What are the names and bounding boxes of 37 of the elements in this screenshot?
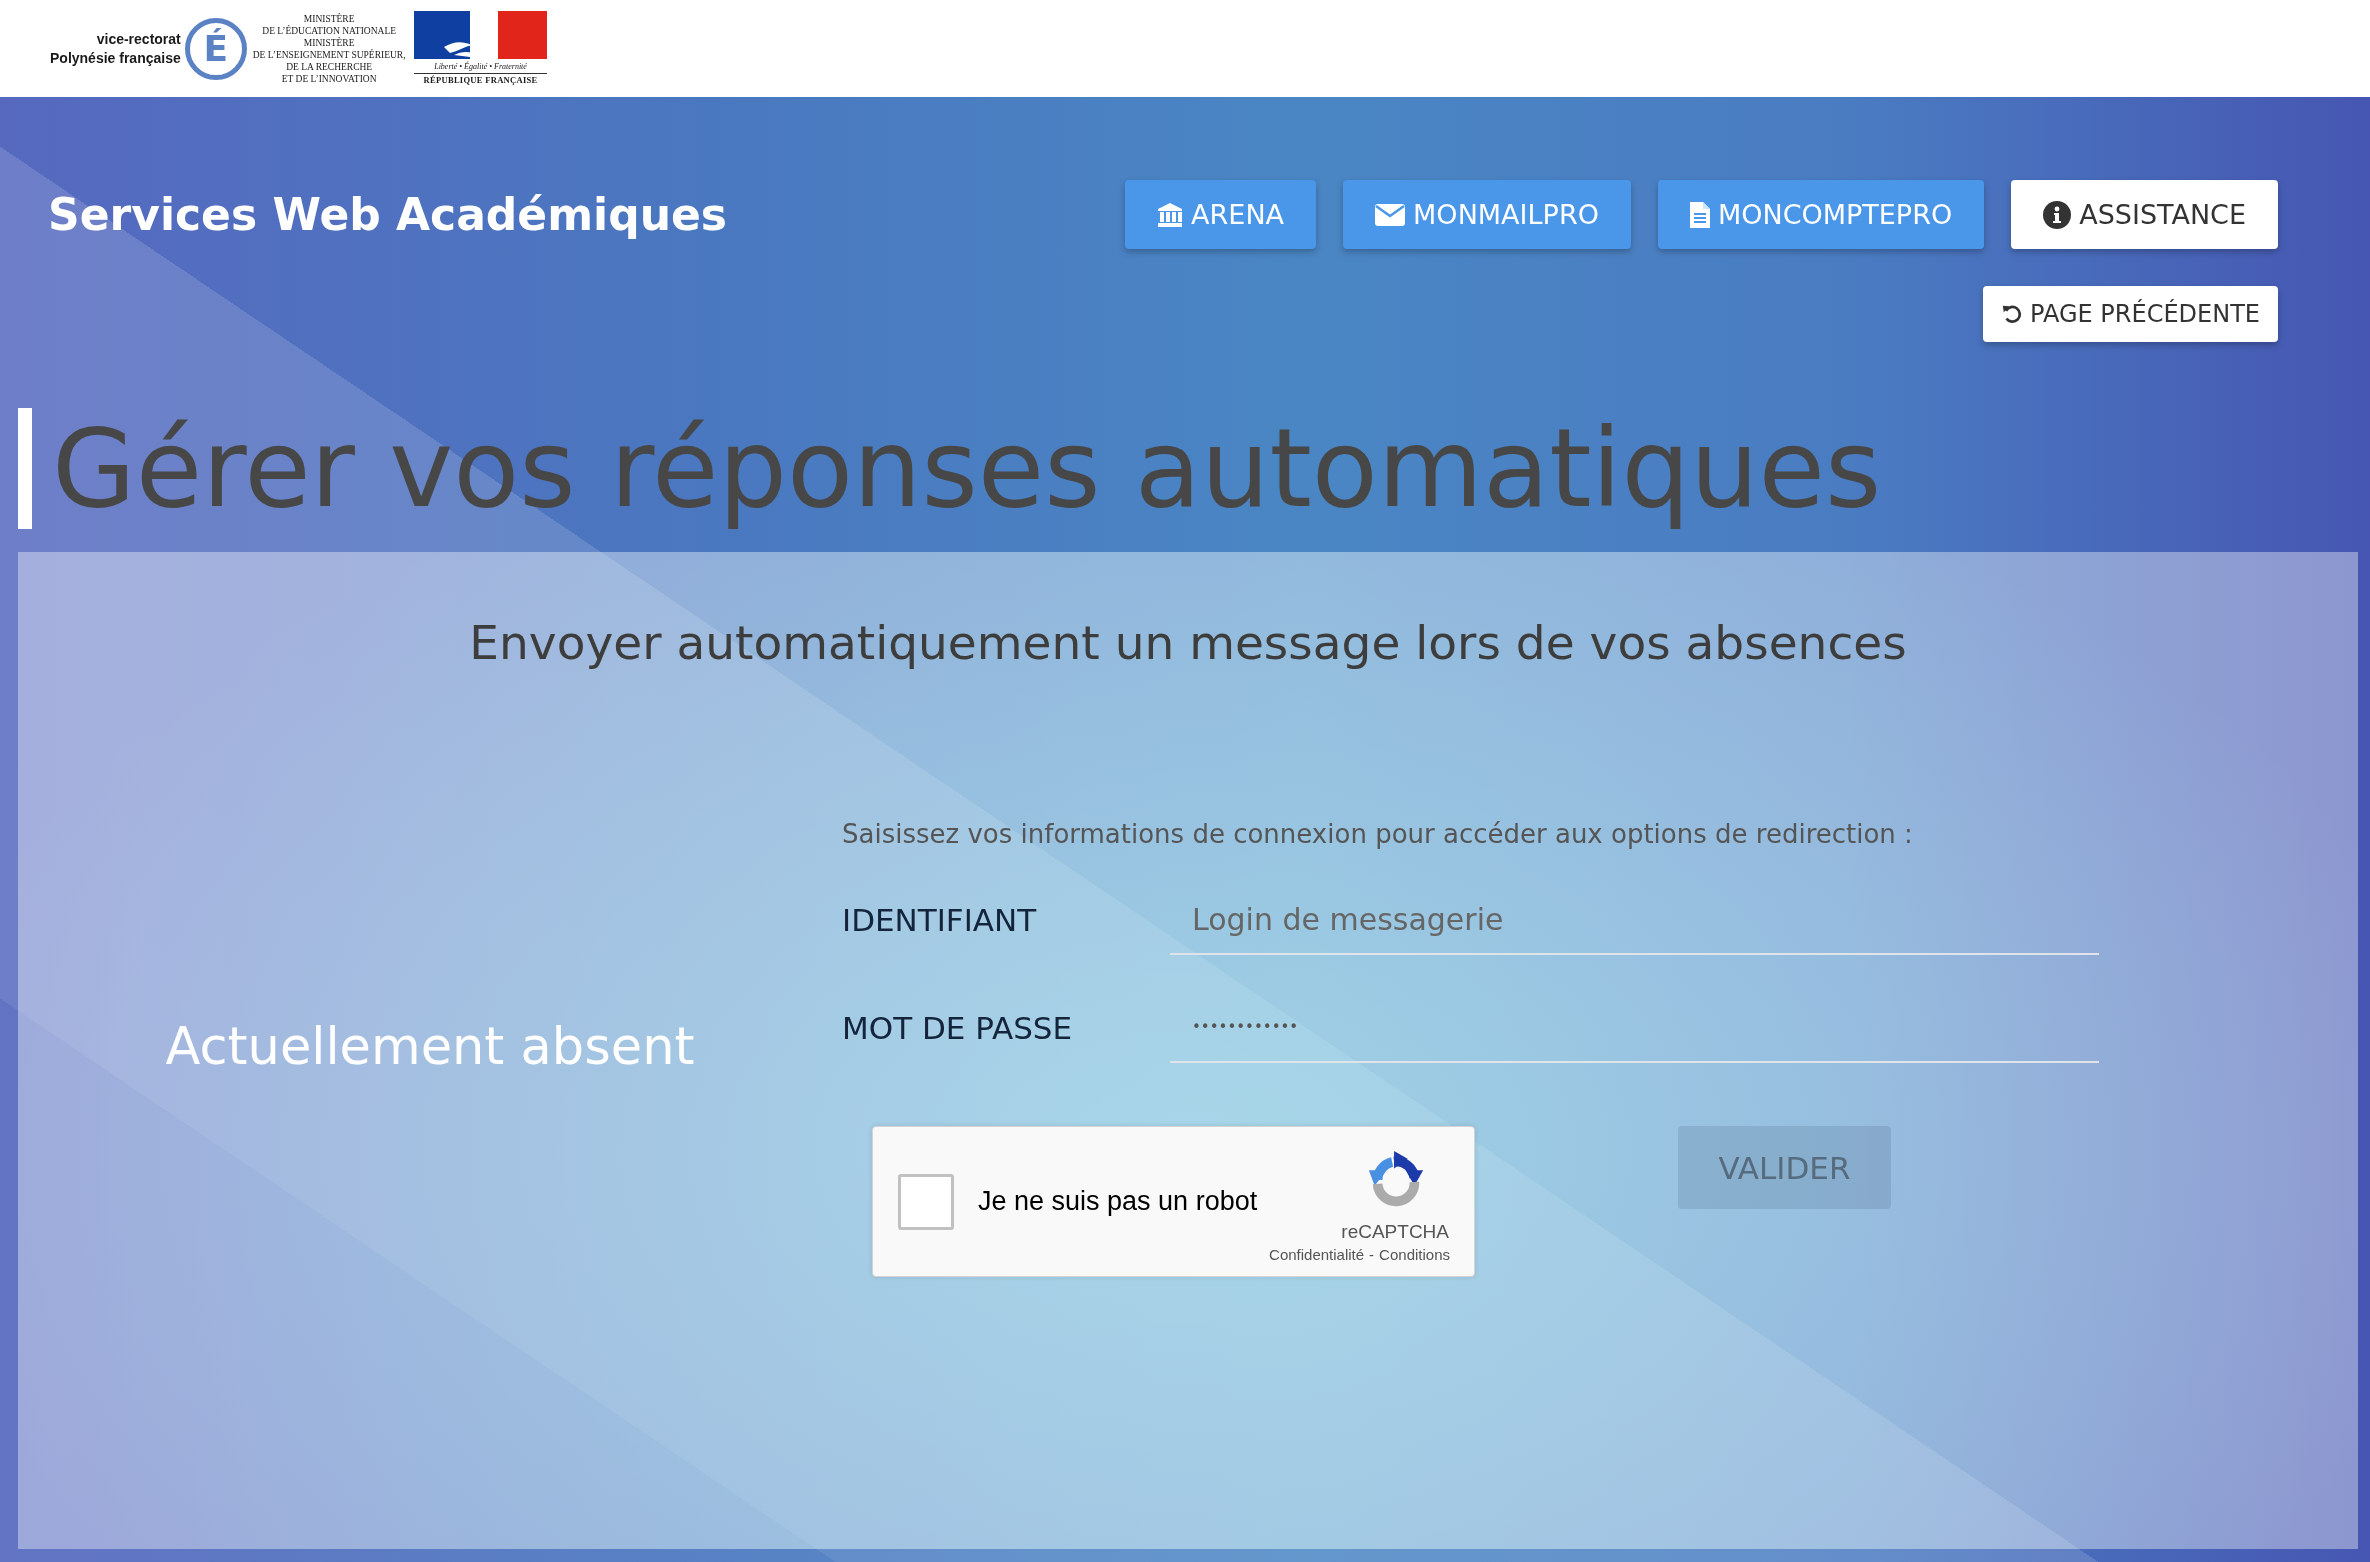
- logo-text: ET DE L’INNOVATION: [281, 72, 377, 85]
- form-instructions: Saisissez vos informations de connexion pour accéder aux options de redirection :: [842, 818, 1913, 851]
- checkbox[interactable]: [898, 1173, 954, 1230]
- nav-button[interactable]: ARENA: [1125, 180, 1317, 249]
- page-title: Gérer vos réponses automatiques: [52, 408, 1882, 529]
- privacy-link[interactable]: Confidentialité: [1269, 1245, 1365, 1265]
- status-text: Actuellement absent: [165, 1015, 695, 1078]
- recaptcha-brand: reCAPTCHA: [1341, 1221, 1449, 1243]
- logo-motto: Liberté • Égalité • Fraternité: [434, 61, 527, 72]
- logo-text: MINISTÈRE: [303, 36, 355, 49]
- field-label: MOT DE PASSE: [842, 1009, 1073, 1048]
- link-separator: -: [1369, 1245, 1375, 1265]
- logo-text: DE LA RECHERCHE: [286, 60, 373, 73]
- logo-text: DE L’ENSEIGNEMENT SUPÉRIEUR,: [252, 48, 406, 61]
- document-icon: [1689, 201, 1710, 228]
- letter-logo: É: [184, 17, 247, 80]
- nav-button[interactable]: MONCOMPTEPRO: [1657, 180, 1985, 249]
- info-icon: [2043, 200, 2072, 229]
- logo-text: DE L’ÉDUCATION NATIONALE: [262, 24, 396, 37]
- bank-icon: [1157, 201, 1184, 228]
- site-title: Services Web Académiques: [48, 188, 727, 242]
- envelope-icon: [1375, 203, 1406, 226]
- nav-button[interactable]: ASSISTANCE: [2011, 180, 2278, 249]
- panel-subtitle: Envoyer automatiquement un message lors de vos absences: [468, 614, 1908, 672]
- checkbox-label: Je ne suis pas un robot: [978, 1186, 1258, 1217]
- logo-text: vice-rectorat: [96, 29, 181, 49]
- logo-text: MINISTÈRE: [303, 12, 355, 25]
- password-field[interactable]: ••••••••••••: [1170, 993, 2099, 1063]
- flag-icon: [414, 11, 548, 59]
- input-field[interactable]: Login de messagerie: [1170, 885, 2099, 955]
- logo-text: Polynésie française: [50, 48, 181, 68]
- undo-icon: [2001, 303, 2023, 325]
- back-button[interactable]: PAGE PRÉCÉDENTE: [1983, 286, 2278, 342]
- nav-button[interactable]: MONMAILPRO: [1343, 180, 1631, 249]
- terms-link[interactable]: Conditions: [1379, 1245, 1450, 1265]
- logo-text: RÉPUBLIQUE FRANÇAISE: [423, 75, 538, 86]
- field-label: IDENTIFIANT: [842, 901, 1037, 940]
